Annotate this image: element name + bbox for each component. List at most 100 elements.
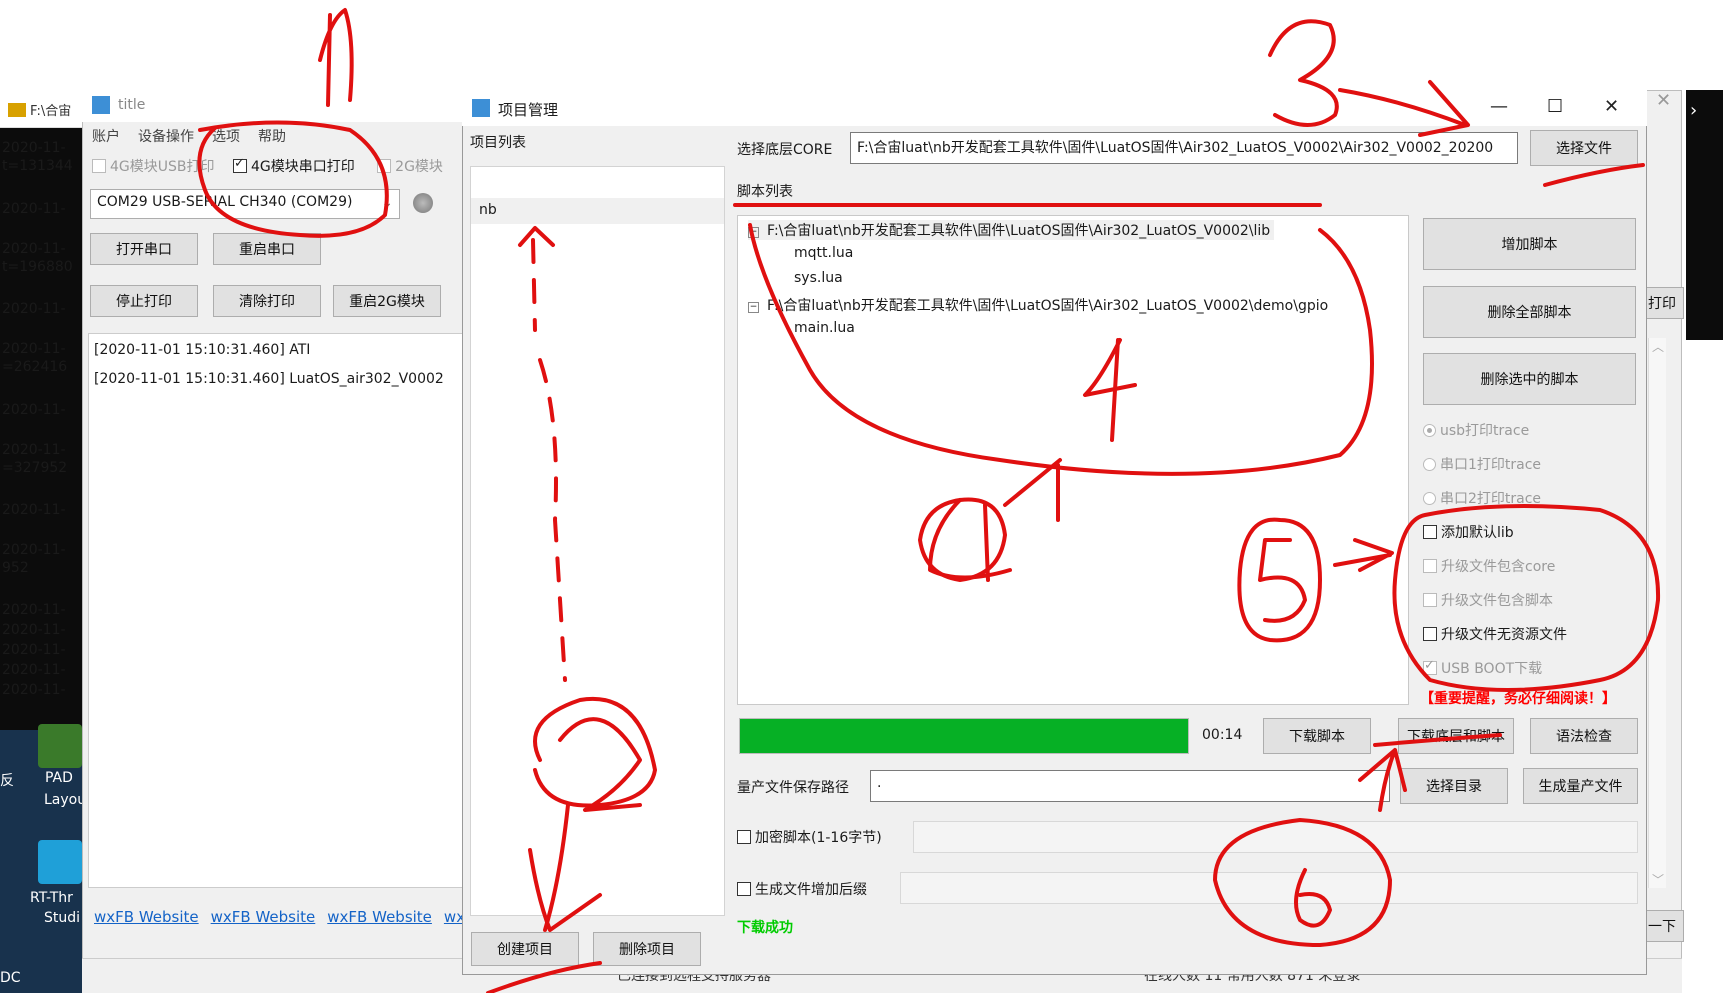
checkbox-box[interactable] bbox=[377, 159, 392, 173]
dialog-title: 项目管理 bbox=[498, 101, 559, 119]
app-icon bbox=[92, 96, 110, 114]
console-line: 2020-11- bbox=[2, 502, 66, 518]
open-port-button[interactable]: 打开串口 bbox=[90, 233, 198, 265]
list-item[interactable]: nb bbox=[471, 198, 724, 224]
console-line: 2020-11- bbox=[2, 201, 66, 217]
console-line: 2020-11- bbox=[2, 140, 66, 156]
checkbox-label: 升级文件无资源文件 bbox=[1441, 627, 1567, 643]
desktop-icon-label: RT-Thr bbox=[30, 890, 73, 906]
console-line: 952 bbox=[2, 560, 29, 576]
checkbox-box[interactable] bbox=[737, 830, 751, 844]
console-line: 2020-11- bbox=[2, 662, 66, 678]
console-line: 2020-11- bbox=[2, 341, 66, 357]
menu-device[interactable]: 设备操作 bbox=[138, 129, 194, 145]
tree-file[interactable]: mqtt.lua bbox=[794, 245, 853, 261]
suffix-input[interactable] bbox=[900, 872, 1638, 904]
scroll-down-icon[interactable]: ﹀ bbox=[1652, 871, 1664, 888]
wxfb-link[interactable]: wxF bbox=[444, 908, 464, 926]
download-script-button[interactable]: 下载脚本 bbox=[1263, 718, 1371, 754]
checkbox-box[interactable] bbox=[232, 156, 247, 173]
add-script-button[interactable]: 增加脚本 bbox=[1423, 218, 1636, 270]
project-list[interactable]: nb bbox=[470, 166, 725, 916]
include-core-checkbox[interactable]: 升级文件包含core bbox=[1423, 556, 1555, 576]
console-line: 2020-11- bbox=[2, 442, 66, 458]
menu-account[interactable]: 账户 bbox=[92, 129, 120, 145]
scrollbar[interactable]: ︿ ﹀ bbox=[1648, 338, 1666, 888]
serial-print-checkbox[interactable]: 4G模块串口打印 bbox=[232, 156, 355, 175]
checkbox-box[interactable] bbox=[1423, 593, 1437, 607]
console-line: t=196880 bbox=[2, 259, 73, 275]
chevron-down-icon: ⌄ bbox=[381, 195, 393, 211]
pads-icon[interactable] bbox=[38, 724, 82, 768]
create-project-button[interactable]: 创建项目 bbox=[471, 932, 579, 966]
uart1-trace-radio[interactable]: 串口1打印trace bbox=[1423, 454, 1541, 474]
core-path-input[interactable]: F:\合宙luat\nb开发配套工具软件\固件\LuatOS固件\Air302_… bbox=[850, 132, 1518, 164]
serial-tool-titlebar: title bbox=[82, 90, 462, 122]
checkbox-label: 生成文件增加后缀 bbox=[755, 882, 867, 898]
radio-circle[interactable] bbox=[1423, 424, 1436, 437]
window-title: title bbox=[118, 97, 146, 113]
warning-link[interactable]: 【重要提醒，务必仔细阅读！】 bbox=[1420, 688, 1616, 708]
save-path-label: 量产文件保存路径 bbox=[737, 780, 849, 796]
close-icon[interactable]: ✕ bbox=[1656, 90, 1680, 114]
close-icon[interactable]: ✕ bbox=[1604, 96, 1619, 117]
delete-all-scripts-button[interactable]: 删除全部脚本 bbox=[1423, 286, 1636, 338]
usb-boot-checkbox[interactable]: USB BOOT下载 bbox=[1423, 658, 1542, 678]
checkbox-box[interactable] bbox=[1423, 559, 1437, 573]
radio-circle[interactable] bbox=[1423, 492, 1436, 505]
choose-file-button[interactable]: 选择文件 bbox=[1530, 130, 1638, 166]
console-line: 2020-11- bbox=[2, 301, 66, 317]
usb-print-checkbox[interactable]: 4G模块USB打印 bbox=[92, 159, 215, 175]
minimize-icon[interactable]: — bbox=[1490, 96, 1508, 117]
wxfb-link[interactable]: wxFB Website bbox=[211, 908, 316, 926]
checkbox-box[interactable] bbox=[1423, 525, 1437, 539]
checkbox-box[interactable] bbox=[1423, 658, 1437, 675]
delete-selected-script-button[interactable]: 删除选中的脚本 bbox=[1423, 353, 1636, 405]
scroll-up-icon[interactable]: ︿ bbox=[1652, 338, 1664, 355]
choose-directory-button[interactable]: 选择目录 bbox=[1400, 768, 1508, 804]
menu-help[interactable]: 帮助 bbox=[258, 129, 286, 145]
encrypt-script-checkbox[interactable]: 加密脚本(1-16字节) bbox=[737, 827, 882, 847]
radio-circle[interactable] bbox=[1423, 458, 1436, 471]
encrypt-key-input[interactable] bbox=[913, 821, 1638, 853]
port-select[interactable]: COM29 USB-SERIAL CH340 (COM29) ⌄ bbox=[90, 189, 400, 219]
restart-2g-button[interactable]: 重启2G模块 bbox=[333, 285, 441, 317]
download-core-and-script-button[interactable]: 下载底层和脚本 bbox=[1398, 718, 1514, 754]
console-line: 2020-11- bbox=[2, 241, 66, 257]
add-default-lib-checkbox[interactable]: 添加默认lib bbox=[1423, 522, 1514, 542]
links-row: wxFB Website wxFB Website wxFB Website wxF bbox=[94, 908, 464, 932]
restart-port-button[interactable]: 重启串口 bbox=[213, 233, 321, 265]
delete-project-button[interactable]: 删除项目 bbox=[593, 932, 701, 966]
checkbox-box[interactable] bbox=[92, 159, 106, 173]
script-tree[interactable]: − F:\合宙luat\nb开发配套工具软件\固件\LuatOS固件\Air302… bbox=[737, 215, 1409, 705]
checkbox-label: 2G模块 bbox=[395, 159, 443, 175]
checkbox-box[interactable] bbox=[1423, 627, 1437, 641]
save-path-input[interactable]: . bbox=[870, 770, 1390, 802]
rt-thread-icon[interactable] bbox=[38, 840, 82, 884]
collapse-icon[interactable]: − bbox=[748, 227, 759, 238]
maximize-icon[interactable]: ☐ bbox=[1547, 96, 1563, 117]
stop-print-button[interactable]: 停止打印 bbox=[90, 285, 198, 317]
clear-print-button[interactable]: 清除打印 bbox=[213, 285, 321, 317]
add-suffix-checkbox[interactable]: 生成文件增加后缀 bbox=[737, 879, 867, 899]
tree-file[interactable]: main.lua bbox=[794, 320, 855, 336]
tree-folder[interactable]: − F:\合宙luat\nb开发配套工具软件\固件\LuatOS固件\Air302… bbox=[748, 220, 1275, 240]
2g-print-checkbox[interactable]: 2G模块 bbox=[377, 159, 443, 175]
status-led-icon bbox=[413, 193, 433, 213]
log-area[interactable]: [2020-11-01 15:10:31.460] ATI [2020-11-0… bbox=[88, 333, 468, 888]
app-icon bbox=[472, 99, 490, 117]
tree-file[interactable]: sys.lua bbox=[794, 270, 843, 286]
menu-options[interactable]: 选项 bbox=[212, 129, 240, 145]
wxfb-link[interactable]: wxFB Website bbox=[94, 908, 199, 926]
syntax-check-button[interactable]: 语法检查 bbox=[1530, 718, 1638, 754]
include-script-checkbox[interactable]: 升级文件包含脚本 bbox=[1423, 590, 1553, 610]
checkbox-box[interactable] bbox=[737, 882, 751, 896]
collapse-icon[interactable]: − bbox=[748, 302, 759, 313]
uart2-trace-radio[interactable]: 串口2打印trace bbox=[1423, 488, 1541, 508]
tree-folder[interactable]: − F:\合宙luat\nb开发配套工具软件\固件\LuatOS固件\Air302… bbox=[748, 295, 1328, 315]
project-list-label: 项目列表 bbox=[470, 135, 526, 151]
no-resource-checkbox[interactable]: 升级文件无资源文件 bbox=[1423, 624, 1567, 644]
generate-file-button[interactable]: 生成量产文件 bbox=[1523, 768, 1638, 804]
usb-trace-radio[interactable]: usb打印trace bbox=[1423, 420, 1529, 440]
wxfb-link[interactable]: wxFB Website bbox=[327, 908, 432, 926]
